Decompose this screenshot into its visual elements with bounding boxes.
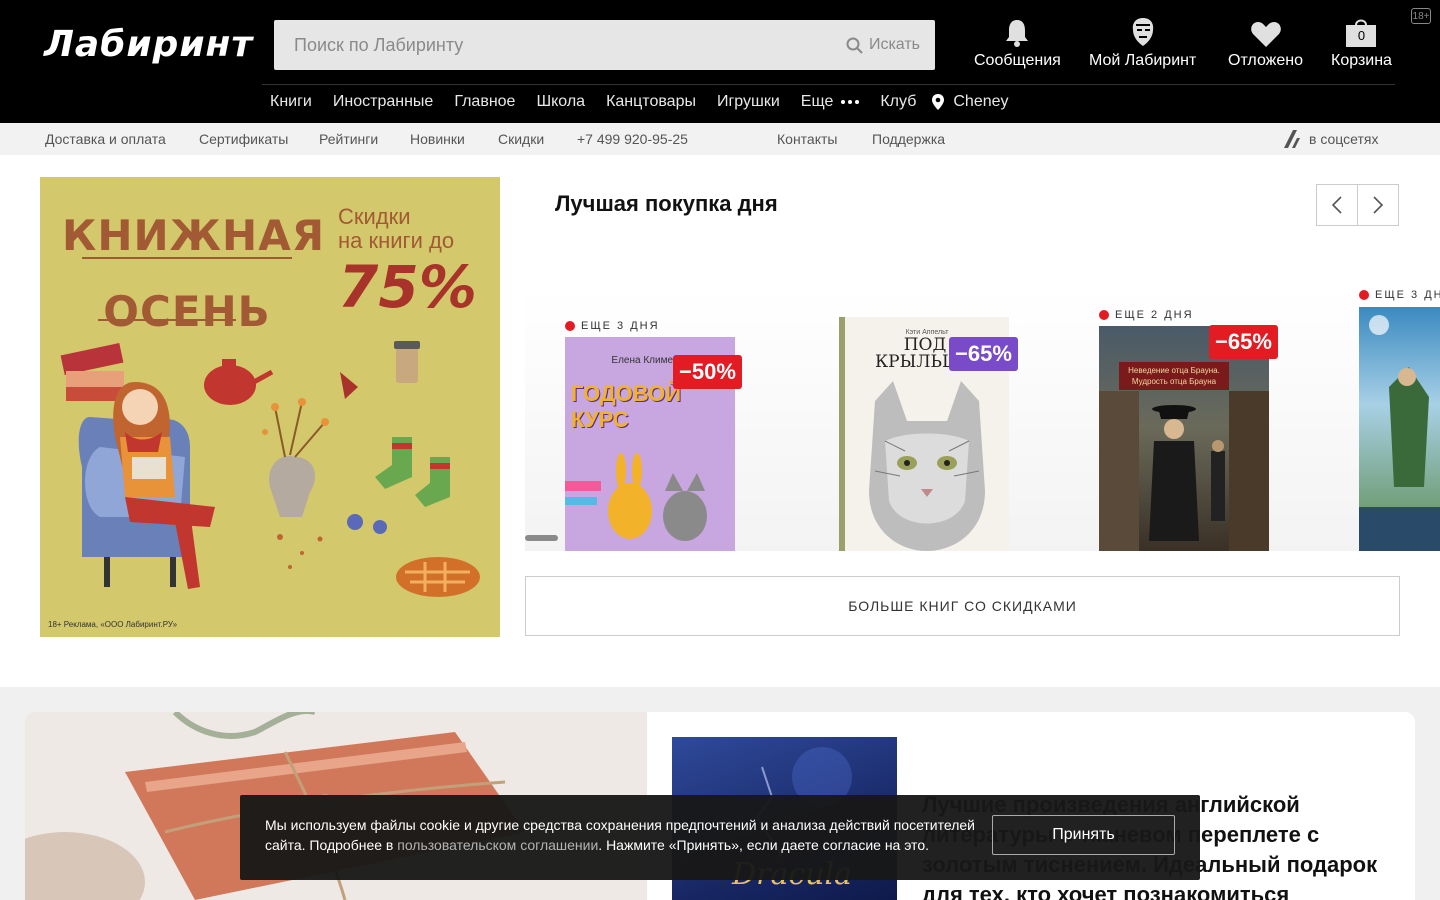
search-icon — [846, 37, 863, 54]
postponed-button[interactable]: Отложено — [1228, 14, 1303, 70]
nav-club[interactable]: Клуб — [880, 93, 916, 111]
main-nav: Книги Иностранные Главное Школа Канцтова… — [270, 90, 1030, 114]
location-selector[interactable]: Cheney — [931, 93, 1009, 111]
subnav-discounts[interactable]: Скидки — [498, 131, 544, 147]
nav-foreign[interactable]: Иностранные — [333, 93, 433, 111]
search-box: Искать — [274, 20, 935, 70]
best-day-title: Лучшая покупка дня — [555, 191, 778, 216]
discount-badge: −65% — [949, 337, 1018, 371]
promo-sub-line1: Скидки — [338, 204, 411, 229]
subnav-ratings[interactable]: Рейтинги — [319, 131, 378, 147]
discount-badge: −50% — [673, 355, 742, 389]
promo-divider — [82, 257, 292, 259]
autumn-reader-illustration — [60, 341, 480, 597]
book-timer: ЕЩЕ 3 ДНЯ — [565, 320, 660, 332]
promo-underline — [98, 319, 236, 321]
age-badge: 18+ — [1411, 8, 1431, 24]
chevron-right-icon — [1373, 196, 1384, 214]
discount-badge: −65% — [1209, 325, 1278, 359]
chevron-left-icon — [1331, 196, 1342, 214]
best-day-carousel: Лучшая покупка дня ЕЩЕ 3 ДНЯ Елена Климе… — [525, 177, 1440, 551]
subnav-certificates[interactable]: Сертификаты — [199, 131, 288, 147]
cart-button[interactable]: 0 Корзина — [1331, 14, 1392, 70]
book-cover: Неведение отца Брауна. Мудрость отца Бра… — [1099, 326, 1269, 551]
subnav-social-label: в соцсетях — [1309, 131, 1379, 147]
cookie-accept-button[interactable]: Принять — [992, 815, 1175, 855]
search-button[interactable]: Искать — [846, 34, 920, 56]
location-pin-icon — [932, 94, 945, 110]
carousel-scroll-indicator[interactable] — [525, 535, 558, 541]
heart-icon — [1250, 22, 1281, 47]
carousel-prev-button[interactable] — [1316, 184, 1358, 226]
postponed-label: Отложено — [1228, 52, 1303, 69]
cookie-text: Мы используем файлы cookie и другие сред… — [265, 817, 975, 853]
promo-subtitle: Скидки на книги до — [338, 205, 454, 253]
my-labirint-label: Мой Лабиринт — [1089, 52, 1197, 69]
subnav-phone[interactable]: +7 499 920-95-25 — [577, 131, 688, 147]
location-label: Cheney — [953, 93, 1009, 110]
promo-legal: 18+ Реклама, «ООО Лабиринт.РУ» — [48, 620, 178, 629]
profile-icon — [1132, 18, 1153, 46]
nav-main[interactable]: Главное — [454, 93, 515, 111]
cart-count: 0 — [1357, 28, 1366, 43]
nav-divider — [262, 84, 1395, 85]
nav-more-label: Еще — [800, 93, 834, 110]
my-labirint-button[interactable]: Мой Лабиринт — [1089, 14, 1196, 70]
nav-books[interactable]: Книги — [270, 93, 312, 111]
messages-label: Сообщения — [974, 52, 1061, 69]
labirint-logo-icon — [1284, 130, 1300, 148]
book-timer: ЕЩЕ 2 ДНЯ — [1099, 309, 1194, 321]
subnav-contacts[interactable]: Контакты — [777, 131, 837, 147]
search-button-label: Искать — [868, 36, 920, 53]
subnav-new[interactable]: Новинки — [410, 131, 465, 147]
user-agreement-link[interactable]: пользовательском соглашении — [397, 837, 598, 853]
search-input[interactable] — [274, 20, 834, 70]
cookie-banner: Мы используем файлы cookie и другие сред… — [240, 795, 1200, 880]
promo-banner[interactable]: КНИЖНАЯ ОСЕНЬ Скидки на книги до 75% 18+… — [40, 177, 500, 637]
more-discounts-button[interactable]: БОЛЬШЕ КНИГ СО СКИДКАМИ — [525, 576, 1400, 636]
book-cover — [1359, 307, 1440, 551]
promo-sub-line2: на книги до — [338, 228, 455, 253]
nav-more[interactable]: Еще — [801, 93, 860, 111]
subnav-support[interactable]: Поддержка — [872, 131, 945, 147]
logo[interactable]: Лабиринт — [44, 24, 252, 66]
carousel-next-button[interactable] — [1357, 184, 1399, 226]
messages-button[interactable]: Сообщения — [974, 14, 1061, 70]
header: Лабиринт Искать Сообщения Мой Лабиринт О… — [0, 0, 1440, 123]
subnav-delivery[interactable]: Доставка и оплата — [45, 131, 166, 147]
bell-icon — [1006, 20, 1029, 47]
promo-title: КНИЖНАЯ ОСЕНЬ — [62, 205, 324, 343]
subnav: Доставка и оплата Сертификаты Рейтинги Н… — [0, 123, 1440, 155]
nav-stationery[interactable]: Канцтовары — [606, 93, 696, 111]
book-timer: ЕЩЕ 3 ДНЯ — [1359, 289, 1440, 301]
promo-percent: 75% — [338, 253, 477, 321]
cart-label: Корзина — [1331, 52, 1392, 69]
more-dots-icon — [841, 100, 860, 104]
nav-school[interactable]: Школа — [536, 93, 585, 111]
subnav-social[interactable]: в соцсетях — [1282, 129, 1378, 149]
nav-toys[interactable]: Игрушки — [717, 93, 780, 111]
